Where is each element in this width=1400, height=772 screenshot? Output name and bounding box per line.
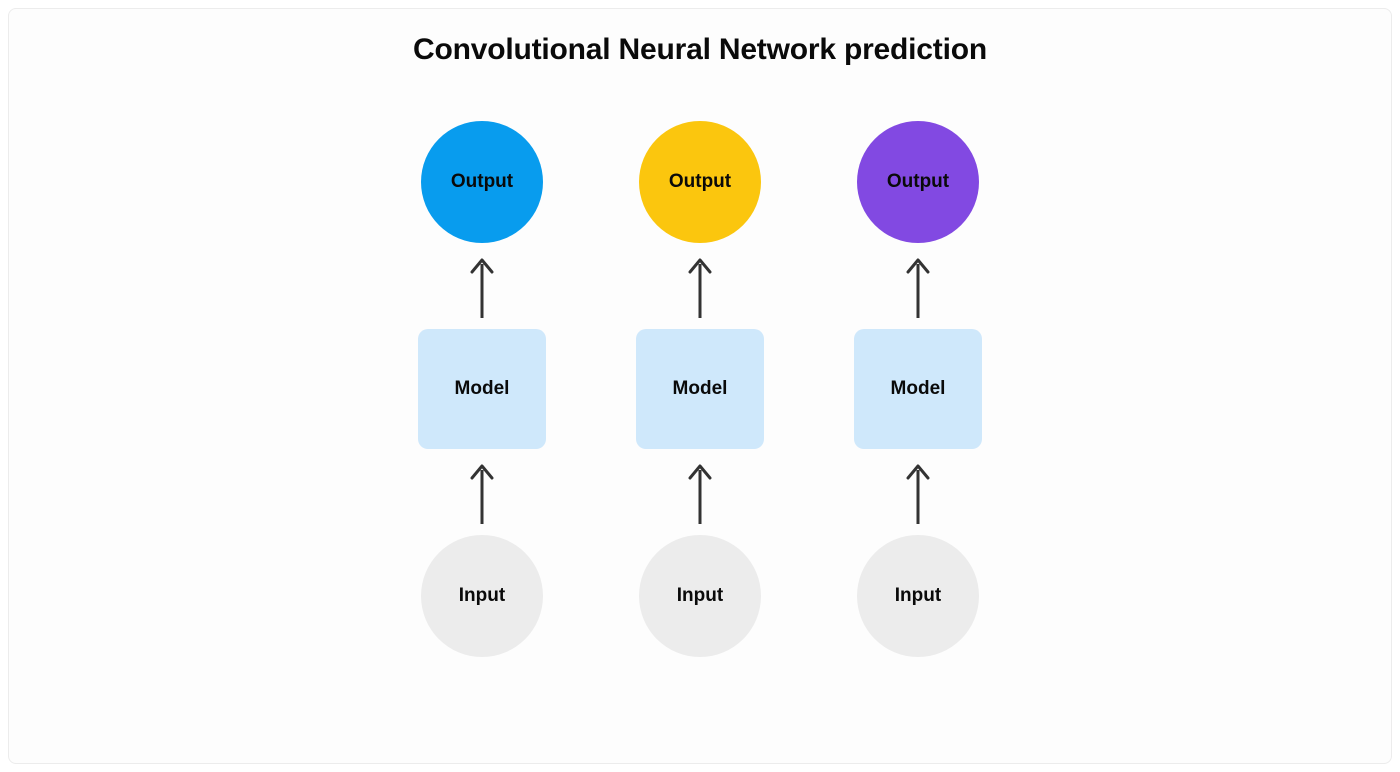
input-node: Input	[421, 535, 543, 657]
output-node: Output	[857, 121, 979, 243]
column-2: Output Model Input	[854, 121, 982, 657]
model-node: Model	[854, 329, 982, 449]
input-node: Input	[857, 535, 979, 657]
model-node: Model	[418, 329, 546, 449]
input-node: Input	[639, 535, 761, 657]
columns-row: Output Model Input Output Model Input Ou…	[418, 121, 982, 657]
arrow-up-icon	[904, 449, 932, 535]
arrow-up-icon	[686, 243, 714, 329]
arrow-up-icon	[904, 243, 932, 329]
column-1: Output Model Input	[636, 121, 764, 657]
diagram-container: Convolutional Neural Network prediction …	[8, 8, 1392, 764]
column-0: Output Model Input	[418, 121, 546, 657]
output-node: Output	[639, 121, 761, 243]
arrow-up-icon	[686, 449, 714, 535]
model-node: Model	[636, 329, 764, 449]
output-node: Output	[421, 121, 543, 243]
arrow-up-icon	[468, 243, 496, 329]
arrow-up-icon	[468, 449, 496, 535]
diagram-title: Convolutional Neural Network prediction	[413, 33, 987, 67]
